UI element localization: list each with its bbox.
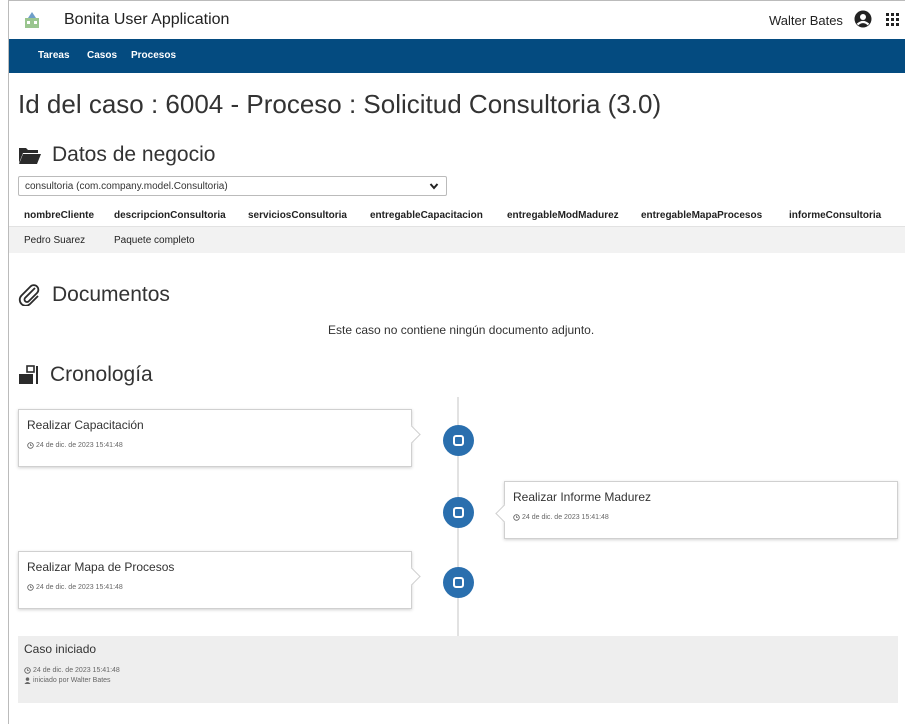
window-frame-left — [0, 0, 9, 724]
column-header: entregableCapacitacion — [370, 210, 483, 221]
user-name[interactable]: Walter Bates — [769, 13, 843, 28]
nav-casos[interactable]: Casos — [87, 50, 117, 61]
timeline-event-marker — [443, 497, 474, 528]
business-table-header: nombreCliente descripcionConsultoria ser… — [9, 202, 905, 226]
timeline-event-title: Realizar Capacitación — [27, 418, 144, 432]
table-cell: Pedro Suarez — [24, 235, 86, 246]
user-circle-icon[interactable] — [854, 10, 872, 28]
no-documents-message: Este caso no contiene ningún documento a… — [328, 323, 595, 337]
column-header: entregableModMadurez — [507, 210, 619, 221]
column-header: informeConsultoria — [789, 210, 882, 221]
business-object-select-value: consultoria (com.company.model.Consultor… — [25, 181, 228, 192]
timeline-event-date: 24 de dic. de 2023 15:41:48 — [27, 442, 123, 449]
timeline-title: Cronología — [50, 363, 153, 386]
table-row: Pedro Suarez Paquete completo — [9, 226, 905, 253]
bonita-logo-icon — [25, 12, 39, 28]
timeline-event-marker — [443, 425, 474, 456]
column-header: entregableMapaProcesos — [641, 210, 763, 221]
chevron-down-icon — [429, 183, 439, 190]
timeline-event-card: Realizar Mapa de Procesos 24 de dic. de … — [18, 551, 412, 609]
clock-icon — [27, 442, 34, 449]
folder-open-icon — [19, 148, 41, 164]
documents-heading: Documentos — [18, 283, 170, 307]
timeline-event-title: Realizar Informe Madurez — [513, 490, 652, 504]
timeline-event-date: 24 de dic. de 2023 15:41:48 — [513, 514, 609, 521]
column-header: serviciosConsultoria — [248, 210, 347, 221]
apps-grid-icon[interactable] — [886, 13, 899, 26]
clock-icon — [27, 584, 34, 591]
case-started-title: Caso iniciado — [24, 642, 97, 656]
page-title: Id del caso : 6004 - Proceso : Solicitud… — [18, 89, 662, 119]
column-header: descripcionConsultoria — [114, 210, 226, 221]
nav-procesos[interactable]: Procesos — [131, 50, 176, 61]
timeline-heading: Cronología — [18, 363, 153, 387]
business-data-heading: Datos de negocio — [18, 143, 215, 167]
paperclip-icon — [18, 284, 40, 306]
timeline-event-marker — [443, 567, 474, 598]
clock-icon — [513, 514, 520, 521]
timeline-event-date: 24 de dic. de 2023 15:41:48 — [27, 584, 123, 591]
app-title: Bonita User Application — [64, 11, 230, 28]
timeline-event-card: Realizar Informe Madurez 24 de dic. de 2… — [504, 481, 898, 539]
main-navbar: Tareas Casos Procesos — [9, 39, 905, 73]
case-started-date: 24 de dic. de 2023 15:41:48 — [24, 667, 120, 674]
timeline-event-title: Realizar Mapa de Procesos — [27, 560, 175, 574]
column-header: nombreCliente — [24, 210, 95, 221]
clock-icon — [24, 667, 31, 674]
documents-title: Documentos — [52, 283, 170, 306]
timeline-icon — [19, 365, 38, 384]
timeline-event-card: Realizar Capacitación 24 de dic. de 2023… — [18, 409, 412, 467]
business-object-select[interactable]: consultoria (com.company.model.Consultor… — [18, 176, 447, 196]
top-bar: Bonita User Application Walter Bates — [9, 1, 905, 39]
case-started-panel: Caso iniciado 24 de dic. de 2023 15:41:4… — [18, 636, 898, 703]
table-cell: Paquete completo — [114, 235, 195, 246]
business-data-title: Datos de negocio — [52, 143, 216, 166]
user-icon — [24, 677, 31, 684]
nav-tareas[interactable]: Tareas — [38, 50, 70, 61]
case-started-by: iniciado por Walter Bates — [24, 677, 111, 684]
